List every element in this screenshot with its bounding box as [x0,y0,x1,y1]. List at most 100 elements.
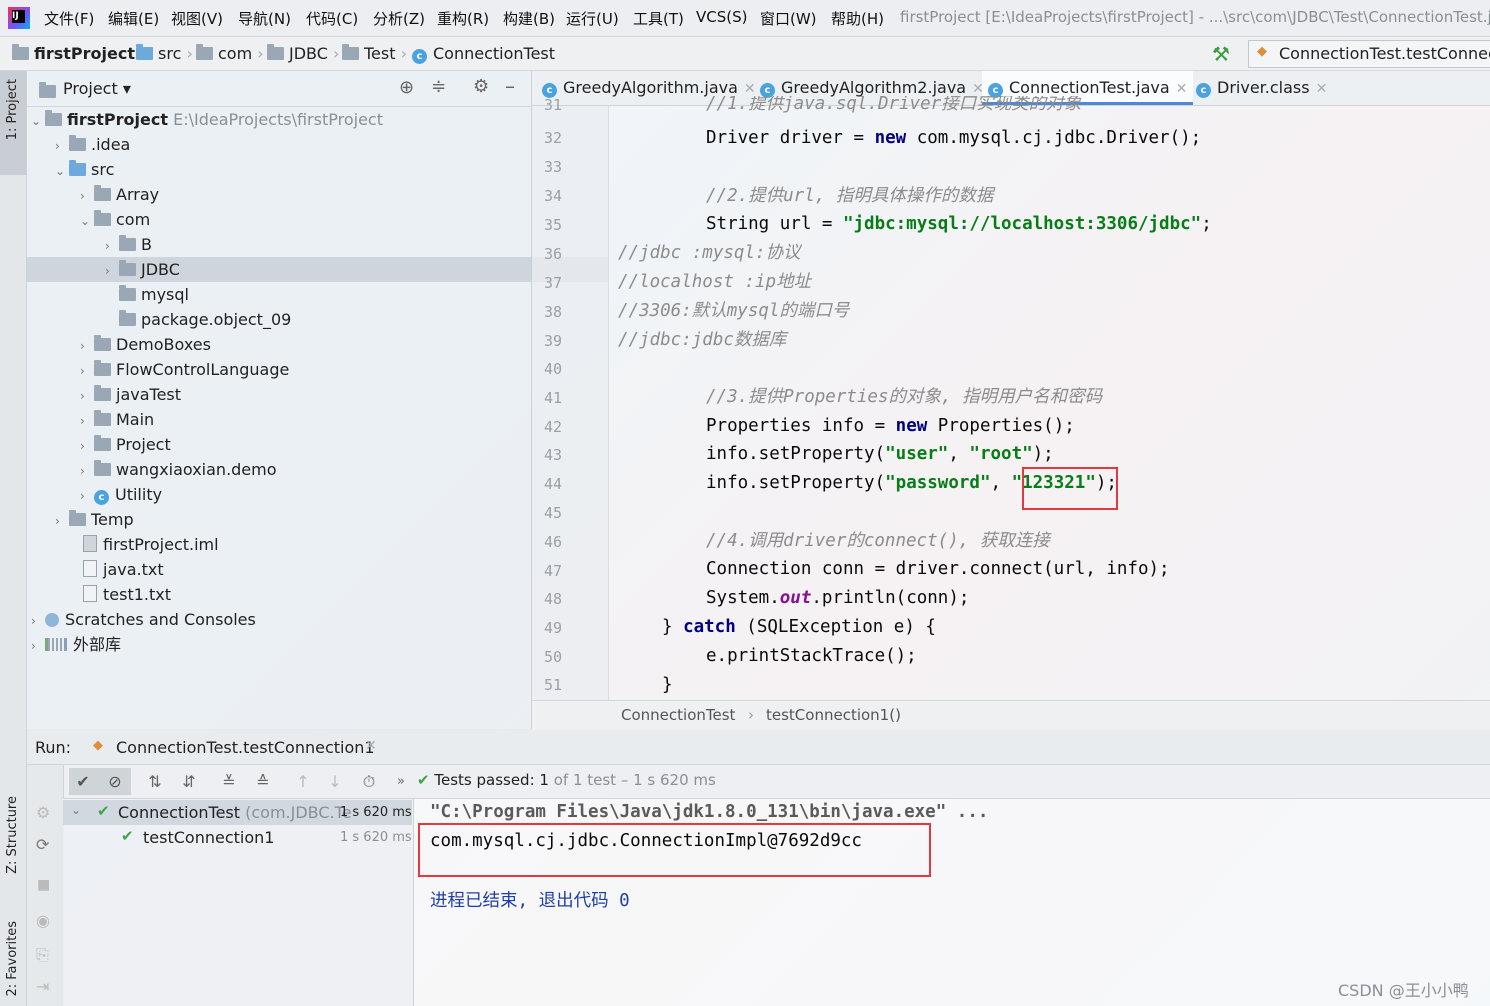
test-method-time: 1 s 620 ms [340,830,412,845]
code-line-34: //2.提供url, 指明具体操作的数据 [706,186,994,206]
menu-navigate[interactable]: 导航(N) [238,8,291,29]
menu-analyze[interactable]: 分析(Z) [373,8,425,29]
prev-failed-icon[interactable]: ↑ [293,772,313,792]
show-ignored-icon[interactable]: ⊘ [105,772,125,792]
collapse-all-icon[interactable]: ≑ [431,76,446,97]
test-row-method[interactable]: ✔ testConnection1 1 s 620 ms [63,825,412,850]
run-config-tab[interactable]: ConnectionTest.testConnection1 [116,738,375,757]
tree-item-b[interactable]: › B [27,232,609,257]
breadcrumb-src[interactable]: src › [136,44,193,63]
breadcrumb-project[interactable]: firstProject › [12,44,147,63]
code-line-48: System.out.println(conn); [706,588,970,608]
locate-icon[interactable]: ⊕ [399,77,414,98]
package-icon [94,435,111,451]
history-icon[interactable]: ⏱ [359,772,379,792]
breadcrumb-com[interactable]: com › [196,44,264,63]
more-icon[interactable]: » [391,772,411,792]
tree-item-com[interactable]: ⌄ com [27,207,584,232]
menu-bar: IJ 文件(F) 编辑(E) 视图(V) 导航(N) 代码(C) 分析(Z) 重… [0,0,1490,37]
exit-icon[interactable]: ⇥ [36,977,49,996]
expand-all-icon[interactable]: ≚ [219,772,239,792]
package-icon [119,235,136,251]
project-tree: ⌄ firstProject E:\IdeaProjects\firstProje… [27,107,609,667]
tree-item-flowcontrol[interactable]: › FlowControlLanguage [27,357,584,382]
project-tool-tab[interactable]: 1: Project [0,71,26,175]
breadcrumb-connectiontest[interactable]: c ConnectionTest [412,44,555,64]
project-view-selector[interactable]: Project ▾ [63,79,131,98]
line-number: 47 [543,562,562,580]
run-config-label: ConnectionTest.testConnecti [1279,44,1490,63]
tree-item-utility[interactable]: › c Utility [27,482,584,507]
menu-edit[interactable]: 编辑(E) [108,8,159,29]
folder-icon [69,135,86,151]
tree-item-test1-txt[interactable]: test1.txt [27,582,587,607]
close-icon[interactable]: ✕ [1176,81,1188,97]
tree-item-firstproject[interactable]: ⌄ firstProject E:\IdeaProjects\firstProje… [27,107,535,132]
menu-window[interactable]: 窗口(W) [760,8,817,29]
tree-item-idea[interactable]: › .idea [27,132,559,157]
tree-item-src[interactable]: ⌄ src [27,157,559,182]
watermark: CSDN @王小小鸭 [1338,981,1469,1000]
gear-icon[interactable]: ⚙ [473,76,489,97]
package-icon [94,360,111,376]
menu-view[interactable]: 视图(V) [171,8,223,29]
toggle-auto-test-icon[interactable]: ⟳ [36,835,49,854]
tree-item-array[interactable]: › Array [27,182,584,207]
passed-check-icon: ✔ [97,802,110,820]
crumb-separator: › [748,706,754,724]
hide-panel-icon[interactable]: – [505,74,515,98]
line-number: 46 [543,533,562,551]
close-icon[interactable]: ✕ [1316,81,1328,97]
show-passed-icon[interactable]: ✔ [73,772,93,792]
tree-item-javatest[interactable]: › javaTest [27,382,584,407]
structure-tool-tab[interactable]: Z: Structure [5,796,20,874]
sort-alpha-icon[interactable]: ⇅ [145,772,165,792]
editor-crumb-method[interactable]: testConnection1() [766,706,901,724]
next-failed-icon[interactable]: ↓ [325,772,345,792]
export-icon[interactable]: ⎘ [36,945,49,965]
test-class-time: 1 s 620 ms [340,805,412,820]
tree-item-iml[interactable]: firstProject.iml [27,532,587,557]
sort-duration-icon[interactable]: ⇵ [179,772,199,792]
tree-item-project[interactable]: › Project [27,432,584,457]
tree-item-main[interactable]: › Main [27,407,584,432]
menu-run[interactable]: 运行(U) [566,8,619,29]
tree-item-external-libs[interactable]: › 外部库 [27,632,535,657]
menu-help[interactable]: 帮助(H) [831,8,884,29]
folder-icon [45,110,62,126]
tree-item-jdbc[interactable]: › JDBC [27,257,609,282]
line-number: 45 [543,504,562,522]
navigation-bar: firstProject › src › com › JDBC › Test ›… [0,37,1490,71]
menu-build[interactable]: 构建(B) [503,8,555,29]
tree-item-temp[interactable]: › Temp [27,507,559,532]
line-number: 50 [543,648,562,666]
collapse-all-icon[interactable]: ≙ [253,772,273,792]
stop-icon[interactable]: ■ [37,877,50,893]
menu-refactor[interactable]: 重构(R) [437,8,489,29]
package-icon [94,385,111,401]
editor-crumb-class[interactable]: ConnectionTest [621,706,735,724]
tree-item-scratches[interactable]: › Scratches and Consoles [27,607,535,632]
tree-item-wangxiaoxian[interactable]: › wangxiaoxian.demo [27,457,584,482]
close-icon[interactable]: ✕ [365,738,377,754]
breadcrumb-test[interactable]: Test › [342,44,407,63]
build-hammer-icon[interactable]: ⚒ [1212,42,1230,66]
scratches-icon [45,613,59,627]
menu-tools[interactable]: 工具(T) [633,8,684,29]
menu-vcs[interactable]: VCS(S) [696,8,747,26]
tree-item-demoboxes[interactable]: › DemoBoxes [27,332,584,357]
test-row-class[interactable]: ⌄ ✔ ConnectionTest (com.JDBC.Te 1 s 620 … [63,800,412,825]
console-exit-message: 进程已结束, 退出代码 0 [430,891,630,911]
intellij-logo-icon: IJ [8,7,30,29]
menu-code[interactable]: 代码(C) [306,8,358,29]
line-number: 49 [543,619,562,637]
folder-icon [196,44,213,60]
package-icon [94,460,111,476]
camera-icon[interactable]: ◉ [36,911,50,930]
breadcrumb-jdbc[interactable]: JDBC › [267,44,339,63]
favorites-tool-tab[interactable]: 2: Favorites [5,921,20,997]
debug-icon[interactable]: ⚙ [36,803,50,822]
tree-item-java-txt[interactable]: java.txt [27,557,587,582]
run-config-selector[interactable]: ◆ ConnectionTest.testConnecti [1248,40,1490,68]
menu-file[interactable]: 文件(F) [44,8,94,29]
